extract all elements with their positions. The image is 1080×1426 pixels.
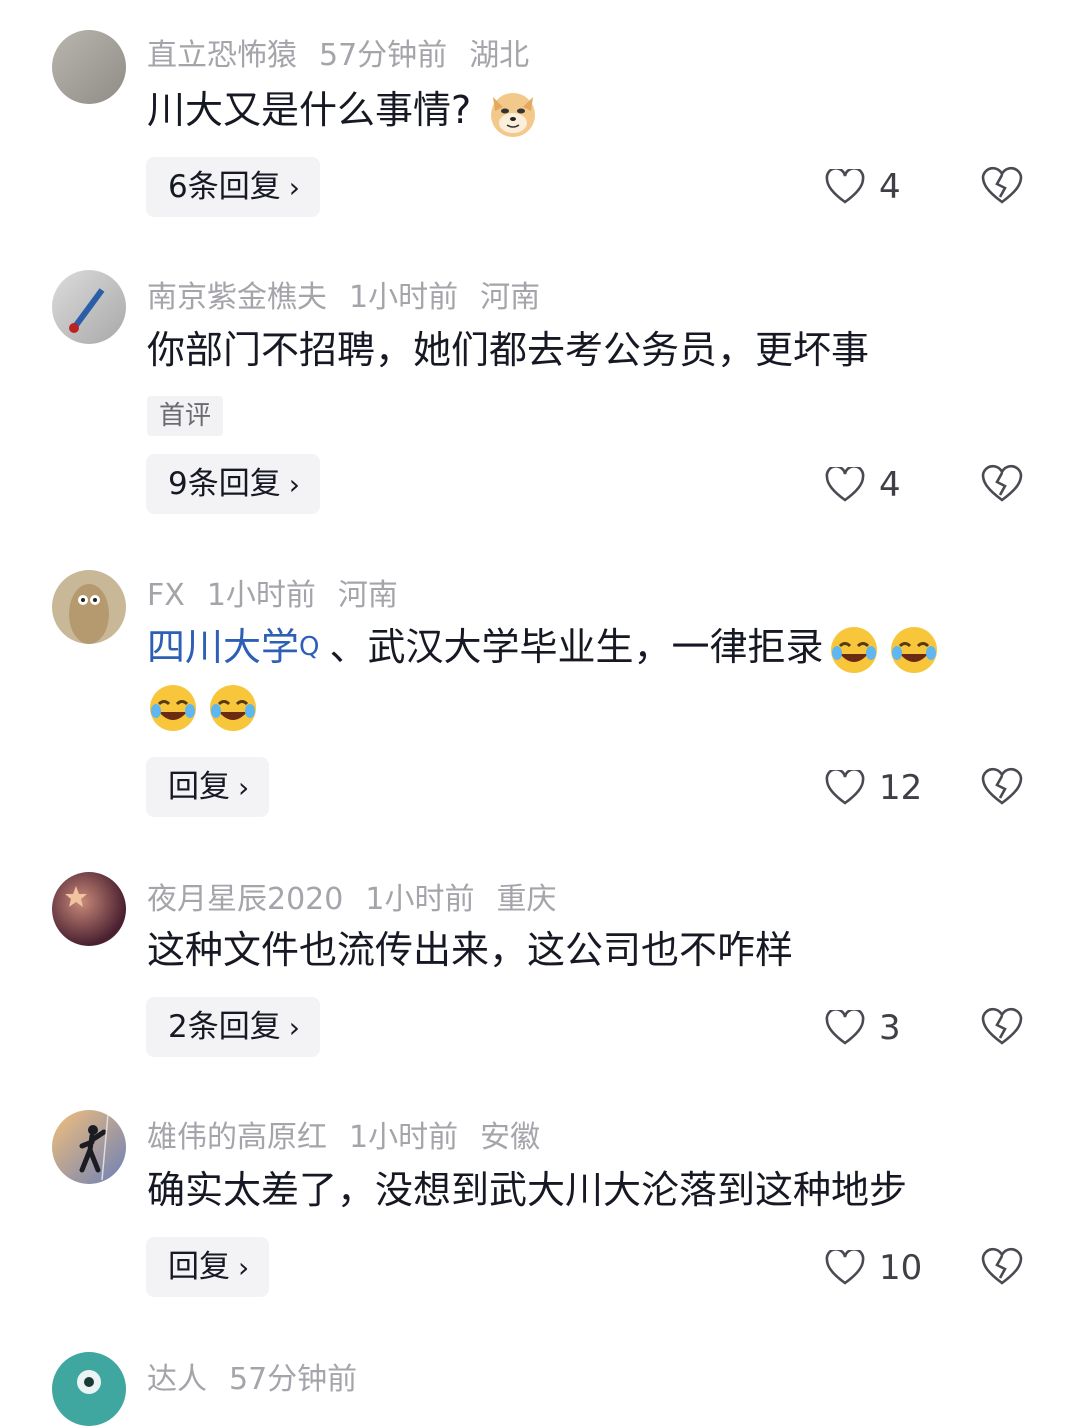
like-button[interactable]: 3 — [825, 1003, 901, 1053]
broken-heart-icon — [980, 1007, 1024, 1047]
broken-heart-icon — [980, 767, 1024, 807]
comment-text: 你部门不招聘，她们都去考公务员，更坏事 — [147, 320, 1027, 380]
like-button[interactable]: 4 — [825, 460, 901, 510]
chevron-right-icon: › — [288, 171, 300, 204]
search-icon[interactable]: Q — [299, 632, 319, 662]
like-count: 3 — [879, 1008, 901, 1048]
heart-icon — [825, 1250, 865, 1286]
like-count: 10 — [879, 1248, 923, 1288]
comment-item: 夜月星辰2020 1小时前 重庆 这种文件也流传出来，这公司也不咋样 2条回复 › 3 — [0, 840, 1080, 1080]
comment-text-content: 、武汉大学毕业生，一律拒录 — [329, 625, 824, 669]
view-replies-button[interactable]: 2条回复 › — [146, 997, 320, 1057]
comment-item: 直立恐怖猿 57分钟前 湖北 川大又是什么事情? 6条回复 › 4 — [0, 0, 1080, 240]
comment-meta: FX 1小时前 河南 — [147, 570, 420, 614]
comment-text: 四川大学Q 、武汉大学毕业生，一律拒录 — [147, 618, 1027, 734]
timestamp: 1小时前 — [349, 1120, 459, 1155]
chevron-right-icon: › — [288, 468, 300, 501]
heart-icon — [825, 169, 865, 205]
comment-item: 南京紫金樵夫 1小时前 河南 你部门不招聘，她们都去考公务员，更坏事 首评 9条回复… — [0, 240, 1080, 540]
first-comment-tag: 首评 — [147, 396, 224, 436]
comment-text-content: 这种文件也流传出来，这公司也不咋样 — [147, 928, 794, 972]
like-count: 4 — [879, 465, 901, 505]
avatar[interactable] — [52, 1110, 126, 1184]
comment-meta: 雄伟的高原红 1小时前 安徽 — [147, 1112, 562, 1156]
comment-meta: 夜月星辰2020 1小时前 重庆 — [147, 874, 578, 918]
replies-label: 回复 — [168, 769, 230, 805]
comment-text: 确实太差了，没想到武大川大沦落到这种地步 — [147, 1160, 1027, 1220]
username[interactable]: 南京紫金樵夫 — [147, 280, 327, 315]
like-count: 4 — [879, 167, 901, 207]
like-button[interactable]: 4 — [825, 162, 901, 212]
timestamp: 57分钟前 — [319, 38, 448, 73]
avatar[interactable] — [52, 1352, 126, 1426]
comment-text-content: 确实太差了，没想到武大川大沦落到这种地步 — [147, 1168, 908, 1212]
heart-icon — [825, 1010, 865, 1046]
timestamp: 57分钟前 — [229, 1362, 358, 1397]
comment-meta: 达人 57分钟前 — [147, 1354, 379, 1398]
reply-button[interactable]: 回复 › — [146, 757, 270, 817]
laughing-crying-emoji-icon — [207, 682, 259, 734]
chevron-right-icon: › — [288, 1011, 300, 1044]
location: 安徽 — [480, 1120, 541, 1155]
location: 重庆 — [496, 882, 557, 917]
comment-item: 达人 57分钟前 — [0, 1320, 1080, 1426]
dislike-button[interactable] — [980, 166, 1024, 210]
timestamp: 1小时前 — [349, 280, 459, 315]
location: 河南 — [480, 280, 541, 315]
username[interactable]: 达人 — [147, 1362, 207, 1397]
like-button[interactable]: 12 — [825, 763, 922, 813]
timestamp: 1小时前 — [206, 578, 316, 613]
like-button[interactable]: 10 — [825, 1243, 922, 1293]
avatar[interactable] — [52, 270, 126, 344]
avatar[interactable] — [52, 872, 126, 946]
dislike-button[interactable] — [980, 1247, 1024, 1291]
view-replies-button[interactable]: 6条回复 › — [146, 157, 320, 217]
comment-item: FX 1小时前 河南 四川大学Q 、武汉大学毕业生，一律拒录 回复 › 12 — [0, 540, 1080, 840]
location: 河南 — [337, 578, 398, 613]
replies-label: 6条回复 — [168, 169, 281, 205]
comment-text: 这种文件也流传出来，这公司也不咋样 — [147, 920, 1027, 980]
username[interactable]: 夜月星辰2020 — [147, 882, 343, 917]
username[interactable]: 雄伟的高原红 — [147, 1120, 327, 1155]
search-link[interactable]: 四川大学 — [147, 625, 299, 669]
comment-text: 川大又是什么事情? — [147, 80, 1027, 140]
laughing-crying-emoji-icon — [828, 624, 880, 676]
broken-heart-icon — [980, 1247, 1024, 1287]
comment-meta: 直立恐怖猿 57分钟前 湖北 — [147, 30, 551, 74]
view-replies-button[interactable]: 9条回复 › — [146, 454, 320, 514]
laughing-crying-emoji-icon — [147, 682, 199, 734]
laughing-crying-emoji-icon — [888, 624, 940, 676]
broken-heart-icon — [980, 166, 1024, 206]
reply-button[interactable]: 回复 › — [146, 1237, 270, 1297]
avatar[interactable] — [52, 30, 126, 104]
replies-label: 回复 — [168, 1249, 230, 1285]
comment-text-content: 川大又是什么事情? — [147, 88, 472, 132]
doge-emoji-icon — [487, 87, 539, 139]
broken-heart-icon — [980, 464, 1024, 504]
avatar[interactable] — [52, 570, 126, 644]
chevron-right-icon: › — [238, 771, 250, 804]
heart-icon — [825, 467, 865, 503]
like-count: 12 — [879, 768, 923, 808]
dislike-button[interactable] — [980, 1007, 1024, 1051]
dislike-button[interactable] — [980, 767, 1024, 811]
username[interactable]: FX — [147, 578, 185, 613]
username[interactable]: 直立恐怖猿 — [147, 38, 297, 73]
location: 湖北 — [469, 38, 530, 73]
comment-text-content: 你部门不招聘，她们都去考公务员，更坏事 — [147, 328, 870, 372]
replies-label: 9条回复 — [168, 466, 281, 502]
comment-item: 雄伟的高原红 1小时前 安徽 确实太差了，没想到武大川大沦落到这种地步 回复 › 10 — [0, 1080, 1080, 1320]
replies-label: 2条回复 — [168, 1009, 281, 1045]
chevron-right-icon: › — [238, 1251, 250, 1284]
heart-icon — [825, 770, 865, 806]
dislike-button[interactable] — [980, 464, 1024, 508]
comment-meta: 南京紫金樵夫 1小时前 河南 — [147, 272, 562, 316]
timestamp: 1小时前 — [365, 882, 475, 917]
